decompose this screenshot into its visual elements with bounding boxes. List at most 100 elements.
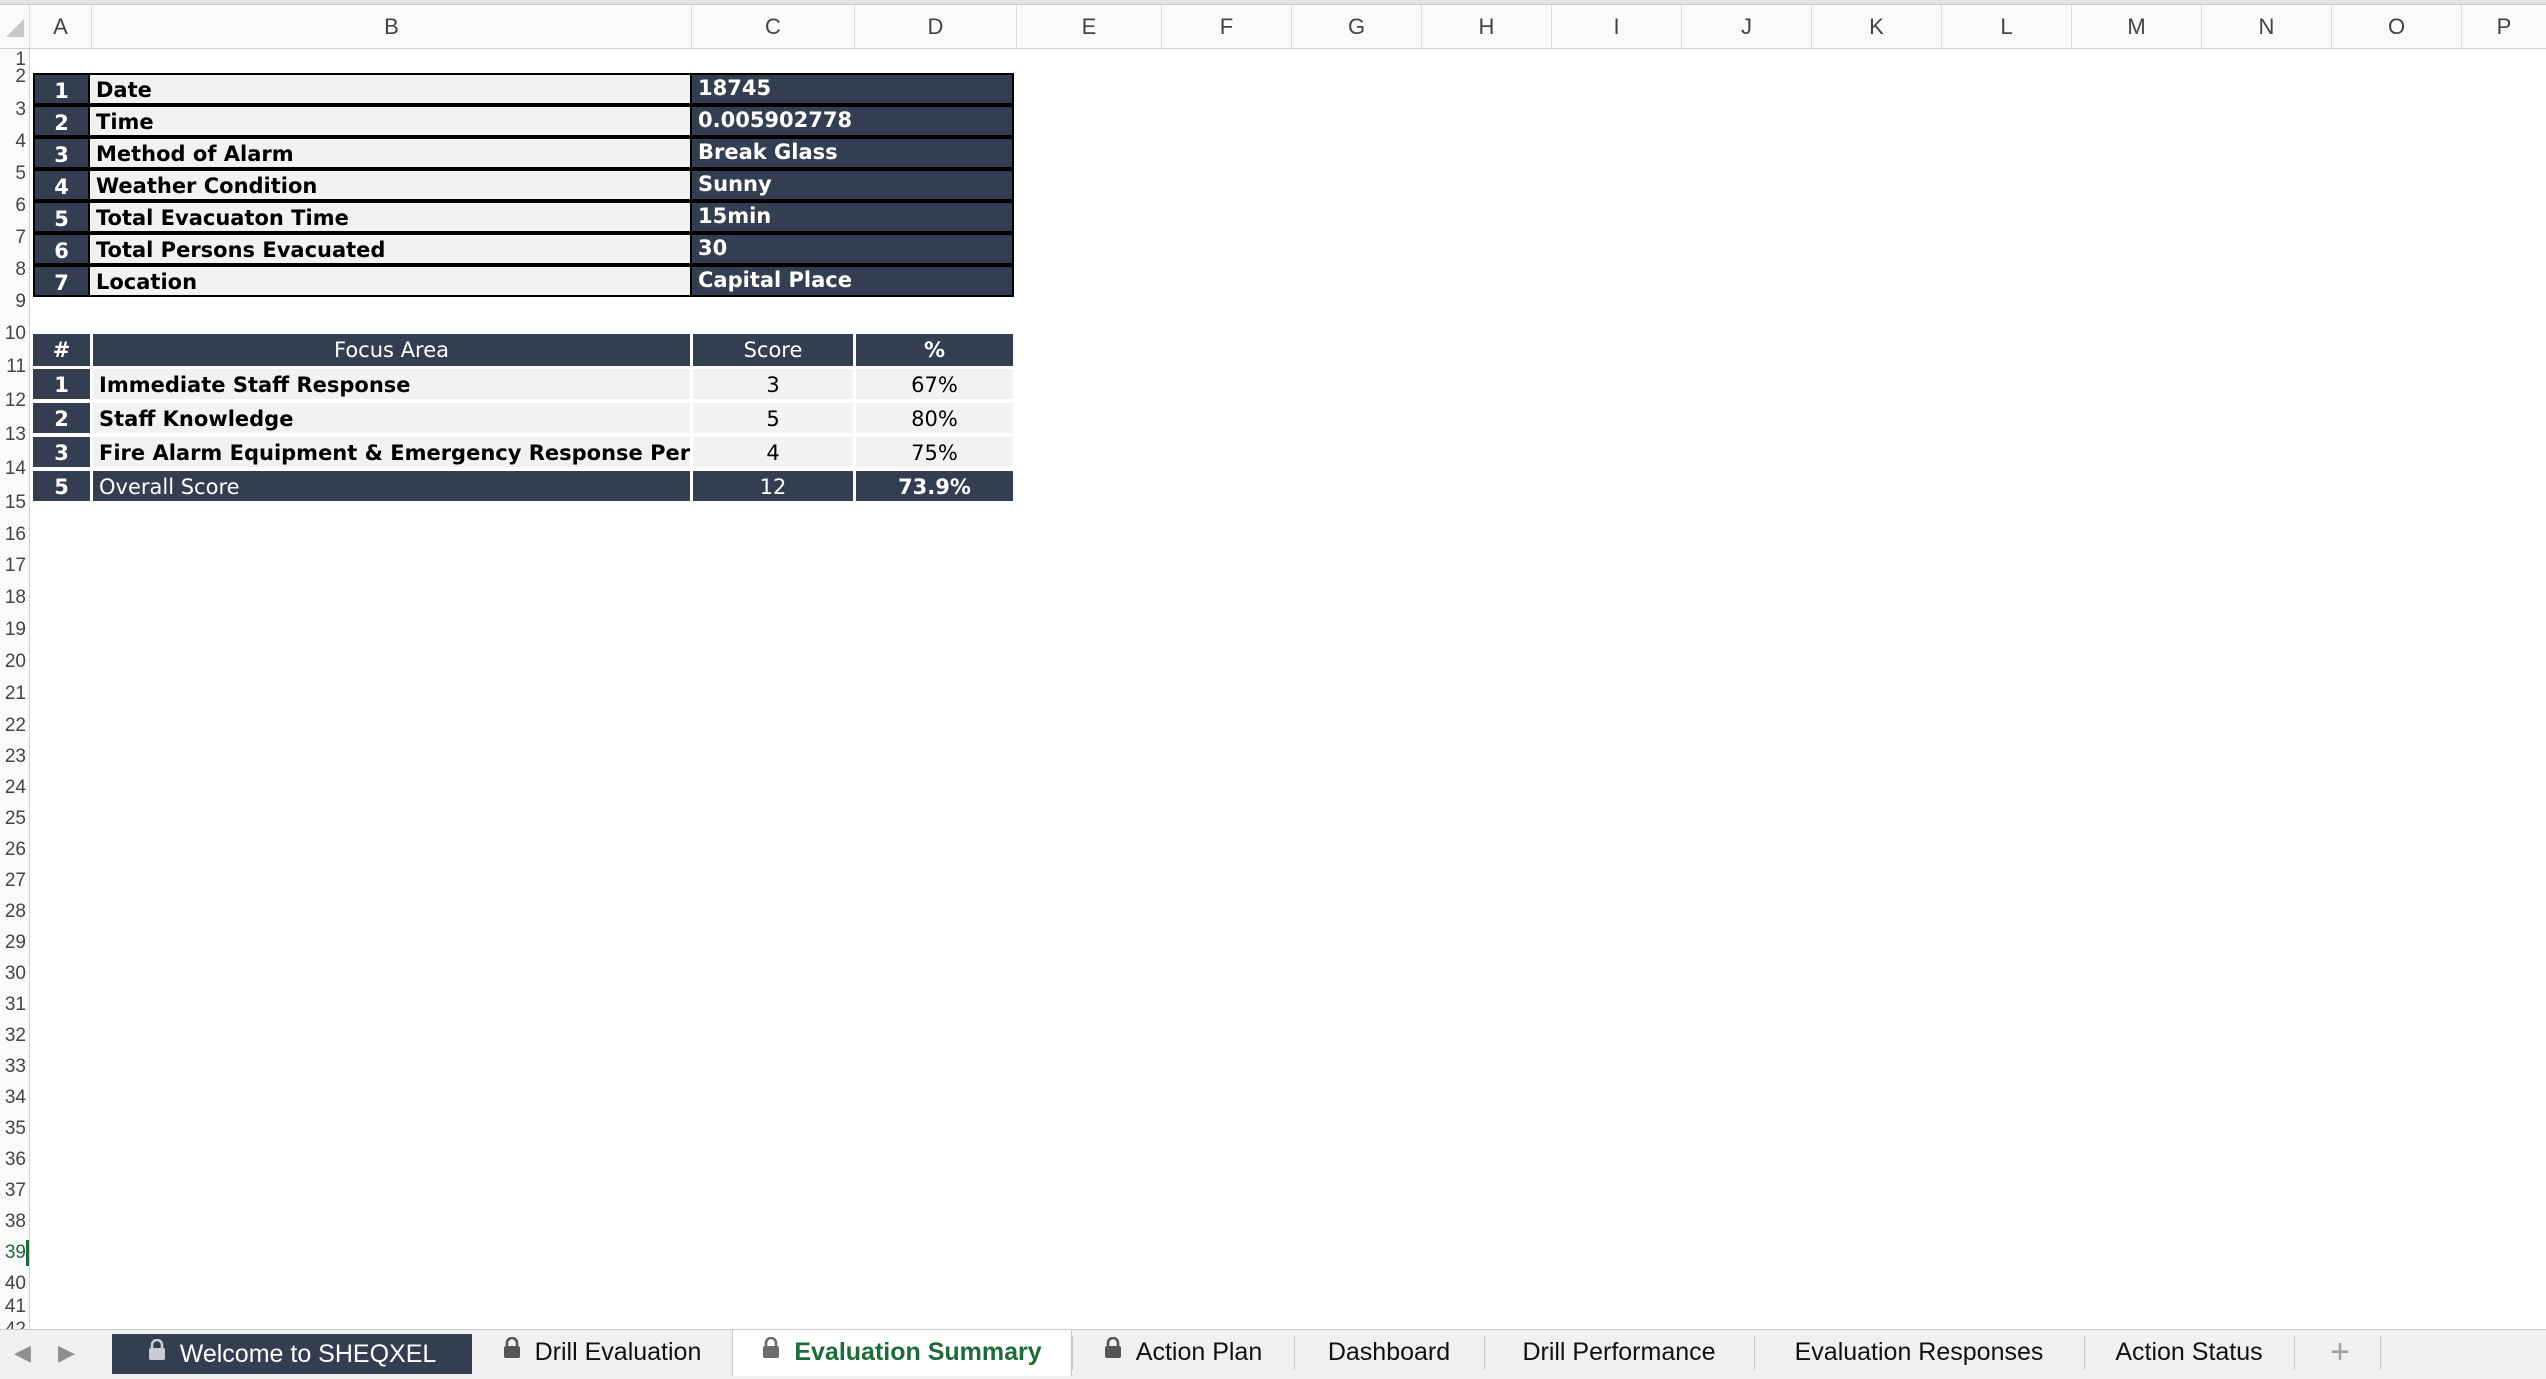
row-header-3[interactable]: 3 — [0, 99, 26, 121]
info-row-label[interactable]: Time — [88, 105, 692, 137]
sheet-tab-evaluation-responses[interactable]: Evaluation Responses — [1754, 1330, 2084, 1374]
row-header-20[interactable]: 20 — [0, 651, 26, 673]
row-header-41[interactable]: 41 — [0, 1296, 26, 1318]
info-row-value[interactable]: 0.005902778 — [690, 105, 1014, 137]
row-header-4[interactable]: 4 — [0, 131, 26, 153]
column-header-p[interactable]: P — [2461, 5, 2546, 48]
row-header-25[interactable]: 25 — [0, 808, 26, 830]
score-row-percent[interactable]: 80% — [853, 401, 1013, 433]
sheet-tab-evaluation-summary[interactable]: Evaluation Summary — [732, 1330, 1072, 1376]
info-row-label[interactable]: Total Evacuaton Time — [88, 201, 692, 233]
row-header-21[interactable]: 21 — [0, 683, 26, 705]
next-sheet-icon[interactable]: ▶ — [58, 1340, 75, 1366]
row-header-23[interactable]: 23 — [0, 746, 26, 768]
row-header-6[interactable]: 6 — [0, 195, 26, 217]
score-row-focus-area[interactable]: Fire Alarm Equipment & Emergency Respons… — [90, 435, 690, 467]
sheet-tab-welcome-to-sheqxel[interactable]: Welcome to SHEQXEL — [112, 1334, 472, 1374]
column-header-d[interactable]: D — [854, 5, 1016, 48]
select-all-corner[interactable] — [0, 5, 29, 48]
overall-score-value[interactable]: 12 — [690, 469, 853, 501]
info-row-number[interactable]: 2 — [33, 105, 90, 137]
score-table-header-focus-area[interactable]: Focus Area — [90, 334, 690, 366]
row-header-13[interactable]: 13 — [0, 424, 26, 446]
column-header-e[interactable]: E — [1016, 5, 1161, 48]
sheet-tab-drill-performance[interactable]: Drill Performance — [1484, 1330, 1754, 1374]
row-header-34[interactable]: 34 — [0, 1087, 26, 1109]
row-header-12[interactable]: 12 — [0, 390, 26, 412]
info-row-number[interactable]: 7 — [33, 265, 90, 297]
overall-score-percent[interactable]: 73.9% — [853, 469, 1013, 501]
info-row-number[interactable]: 6 — [33, 233, 90, 265]
row-header-40[interactable]: 40 — [0, 1273, 26, 1295]
row-header-15[interactable]: 15 — [0, 492, 26, 514]
row-header-42[interactable]: 42 — [0, 1319, 26, 1329]
score-row-score[interactable]: 4 — [690, 435, 853, 467]
score-row-score[interactable]: 3 — [690, 367, 853, 399]
column-header-a[interactable]: A — [29, 5, 91, 48]
column-header-g[interactable]: G — [1291, 5, 1421, 48]
row-header-31[interactable]: 31 — [0, 994, 26, 1016]
row-header-39[interactable]: 39 — [0, 1242, 26, 1264]
info-row-value[interactable]: Sunny — [690, 169, 1014, 201]
sheet-tab-dashboard[interactable]: Dashboard — [1294, 1330, 1484, 1374]
score-row-focus-area[interactable]: Staff Knowledge — [90, 401, 690, 433]
add-sheet-button[interactable]: + — [2300, 1330, 2380, 1374]
score-table-header-percent[interactable]: % — [853, 334, 1013, 366]
row-header-30[interactable]: 30 — [0, 963, 26, 985]
column-header-k[interactable]: K — [1811, 5, 1941, 48]
info-row-number[interactable]: 1 — [33, 73, 90, 105]
info-row-value[interactable]: Break Glass — [690, 137, 1014, 169]
row-header-36[interactable]: 36 — [0, 1149, 26, 1171]
column-header-l[interactable]: L — [1941, 5, 2071, 48]
sheet-tab-action-plan[interactable]: Action Plan — [1072, 1330, 1294, 1374]
column-header-b[interactable]: B — [91, 5, 691, 48]
score-row-number[interactable]: 1 — [33, 367, 90, 399]
score-table-header-number[interactable]: # — [33, 334, 90, 366]
sheet-tab-action-status[interactable]: Action Status — [2084, 1330, 2294, 1374]
row-header-33[interactable]: 33 — [0, 1056, 26, 1078]
row-header-9[interactable]: 9 — [0, 291, 26, 313]
previous-sheet-icon[interactable]: ◀ — [14, 1340, 31, 1366]
column-header-o[interactable]: O — [2331, 5, 2461, 48]
score-row-focus-area[interactable]: Immediate Staff Response — [90, 367, 690, 399]
info-row-value[interactable]: 18745 — [690, 73, 1014, 105]
info-row-number[interactable]: 4 — [33, 169, 90, 201]
row-header-29[interactable]: 29 — [0, 932, 26, 954]
row-header-16[interactable]: 16 — [0, 524, 26, 546]
row-header-35[interactable]: 35 — [0, 1118, 26, 1140]
row-header-32[interactable]: 32 — [0, 1025, 26, 1047]
column-header-n[interactable]: N — [2201, 5, 2331, 48]
column-header-h[interactable]: H — [1421, 5, 1551, 48]
column-header-j[interactable]: J — [1681, 5, 1811, 48]
row-header-8[interactable]: 8 — [0, 259, 26, 281]
info-row-label[interactable]: Weather Condition — [88, 169, 692, 201]
column-header-f[interactable]: F — [1161, 5, 1291, 48]
row-header-38[interactable]: 38 — [0, 1211, 26, 1233]
row-header-37[interactable]: 37 — [0, 1180, 26, 1202]
info-row-value[interactable]: 15min — [690, 201, 1014, 233]
row-header-7[interactable]: 7 — [0, 227, 26, 249]
row-header-26[interactable]: 26 — [0, 839, 26, 861]
score-row-number[interactable]: 2 — [33, 401, 90, 433]
row-header-11[interactable]: 11 — [0, 356, 26, 378]
row-header-17[interactable]: 17 — [0, 555, 26, 577]
info-row-label[interactable]: Method of Alarm — [88, 137, 692, 169]
row-header-24[interactable]: 24 — [0, 777, 26, 799]
info-row-value[interactable]: 30 — [690, 233, 1014, 265]
sheet-tab-drill-evaluation[interactable]: Drill Evaluation — [472, 1330, 732, 1374]
row-header-27[interactable]: 27 — [0, 870, 26, 892]
score-row-percent[interactable]: 67% — [853, 367, 1013, 399]
spreadsheet-grid[interactable]: 1 Date 18745 2 Time 0.005902778 3 Method of Ala… — [29, 49, 2546, 1329]
score-row-score[interactable]: 5 — [690, 401, 853, 433]
score-row-number[interactable]: 3 — [33, 435, 90, 467]
score-table-header-score[interactable]: Score — [690, 334, 853, 366]
row-header-2[interactable]: 2 — [0, 66, 26, 88]
row-header-28[interactable]: 28 — [0, 901, 26, 923]
info-row-number[interactable]: 5 — [33, 201, 90, 233]
info-row-label[interactable]: Location — [88, 265, 692, 297]
row-header-19[interactable]: 19 — [0, 619, 26, 641]
info-row-label[interactable]: Total Persons Evacuated — [88, 233, 692, 265]
row-header-18[interactable]: 18 — [0, 587, 26, 609]
info-row-number[interactable]: 3 — [33, 137, 90, 169]
column-header-c[interactable]: C — [691, 5, 854, 48]
